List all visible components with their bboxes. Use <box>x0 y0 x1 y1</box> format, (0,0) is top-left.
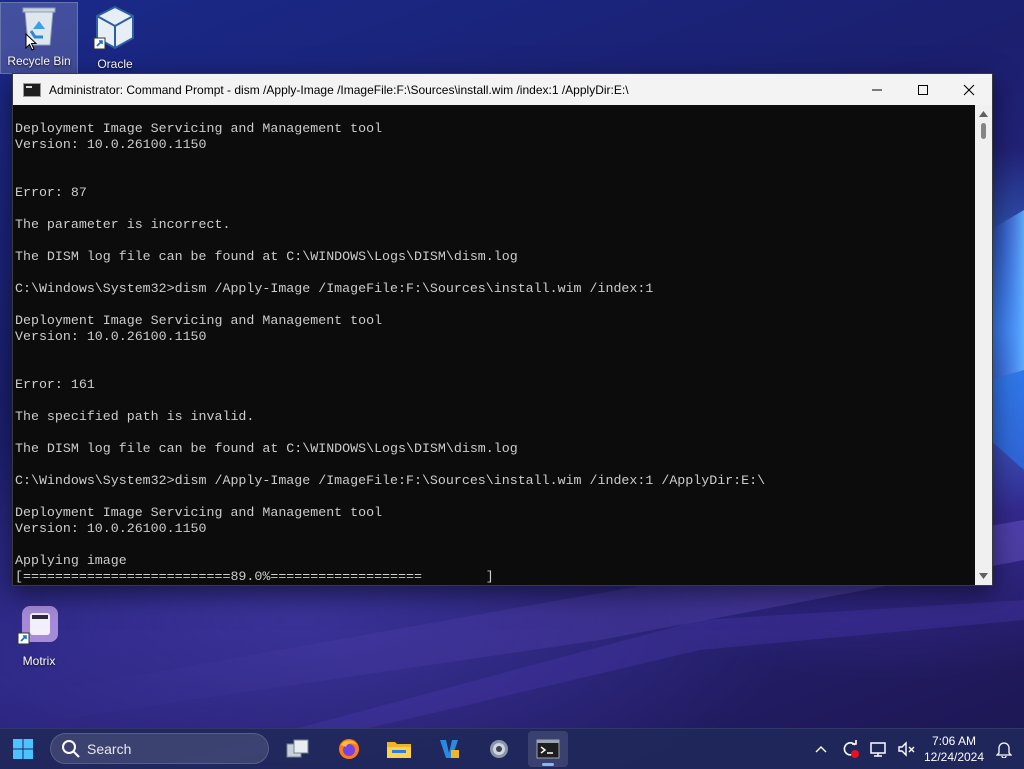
network-tray-button[interactable] <box>865 729 891 769</box>
scrollbar-thumb[interactable] <box>981 123 986 139</box>
windows-logo-icon <box>13 739 33 759</box>
clock-date: 12/24/2024 <box>923 750 985 764</box>
desktop-icon-oracle[interactable]: Oracle <box>77 4 153 71</box>
console-line: Deployment Image Servicing and Managemen… <box>15 121 383 136</box>
file-explorer-taskbar-button[interactable] <box>379 731 419 767</box>
console-line: Error: 87 <box>15 185 87 200</box>
console-line: Version: 10.0.26100.1150 <box>15 521 207 536</box>
command-prompt-window[interactable]: Administrator: Command Prompt - dism /Ap… <box>12 73 993 586</box>
volume-muted-icon <box>898 741 915 757</box>
scroll-down-arrow-icon[interactable] <box>975 569 992 583</box>
console-line: Applying image <box>15 553 127 568</box>
desktop-icon-motrix[interactable]: Motrix <box>1 603 77 668</box>
task-view-button[interactable] <box>278 731 318 767</box>
network-icon <box>870 742 886 757</box>
desktop-icon-label: Recycle Bin <box>7 54 71 68</box>
clock-time: 7:06 AM <box>931 734 977 748</box>
start-button[interactable] <box>3 731 43 767</box>
command-prompt-icon <box>23 82 41 97</box>
console-line: [==========================89.0%========… <box>15 569 494 584</box>
minimize-icon <box>872 89 882 90</box>
volume-tray-button[interactable] <box>893 729 919 769</box>
command-prompt-taskbar-button[interactable] <box>528 731 568 767</box>
chevron-up-icon <box>815 746 827 753</box>
search-icon <box>62 739 80 758</box>
console-line: Deployment Image Servicing and Managemen… <box>15 505 383 520</box>
console-line: Deployment Image Servicing and Managemen… <box>15 313 383 328</box>
window-title: Administrator: Command Prompt - dism /Ap… <box>49 82 629 97</box>
visual-studio-taskbar-button[interactable] <box>429 731 469 767</box>
console-line: C:\Windows\System32>dism /Apply-Image /I… <box>15 281 654 296</box>
maximize-button[interactable] <box>900 74 946 105</box>
task-view-icon <box>286 739 309 758</box>
sync-tray-button[interactable] <box>837 729 863 769</box>
console-line: The DISM log file can be found at C:\WIN… <box>15 441 518 456</box>
search-box[interactable]: Search <box>50 733 269 764</box>
bell-icon <box>996 742 1012 758</box>
close-button[interactable] <box>946 74 992 105</box>
taskbar: Search 7:06 AM 12/24/2024 <box>0 728 1024 769</box>
firefox-taskbar-button[interactable] <box>329 731 369 767</box>
search-placeholder: Search <box>87 740 132 757</box>
minimize-button[interactable] <box>854 74 900 105</box>
show-hidden-icons-button[interactable] <box>810 729 832 769</box>
sync-icon <box>843 740 859 758</box>
motrix-icon <box>17 606 58 645</box>
folder-icon <box>387 742 411 758</box>
notifications-button[interactable] <box>992 729 1016 769</box>
settings-taskbar-button[interactable] <box>479 731 519 767</box>
console-line: C:\Windows\System32>dism /Apply-Image /I… <box>15 473 766 488</box>
console-line: The parameter is incorrect. <box>15 217 231 232</box>
console-line: The DISM log file can be found at C:\WIN… <box>15 249 518 264</box>
scroll-up-arrow-icon[interactable] <box>975 107 992 121</box>
vertical-scrollbar[interactable] <box>975 105 992 585</box>
gear-icon <box>490 740 508 758</box>
console-line: Error: 161 <box>15 377 95 392</box>
console-output[interactable]: Deployment Image Servicing and Managemen… <box>13 105 975 585</box>
virtualbox-icon <box>93 5 134 50</box>
console-line: Version: 10.0.26100.1150 <box>15 137 207 152</box>
command-prompt-icon <box>536 739 560 759</box>
close-icon <box>963 84 975 95</box>
desktop-icon-label: Oracle <box>97 57 133 71</box>
window-titlebar[interactable]: Administrator: Command Prompt - dism /Ap… <box>13 74 992 105</box>
visual-studio-icon <box>440 740 459 758</box>
desktop-icon-recycle-bin[interactable]: Recycle Bin <box>0 2 78 74</box>
maximize-icon <box>918 84 928 95</box>
mouse-cursor-icon <box>25 33 37 51</box>
firefox-icon <box>339 739 359 759</box>
system-clock[interactable]: 7:06 AM 12/24/2024 <box>918 733 990 765</box>
desktop-icon-label: Motrix <box>22 654 56 668</box>
console-line: The specified path is invalid. <box>15 409 255 424</box>
console-line: Version: 10.0.26100.1150 <box>15 329 207 344</box>
